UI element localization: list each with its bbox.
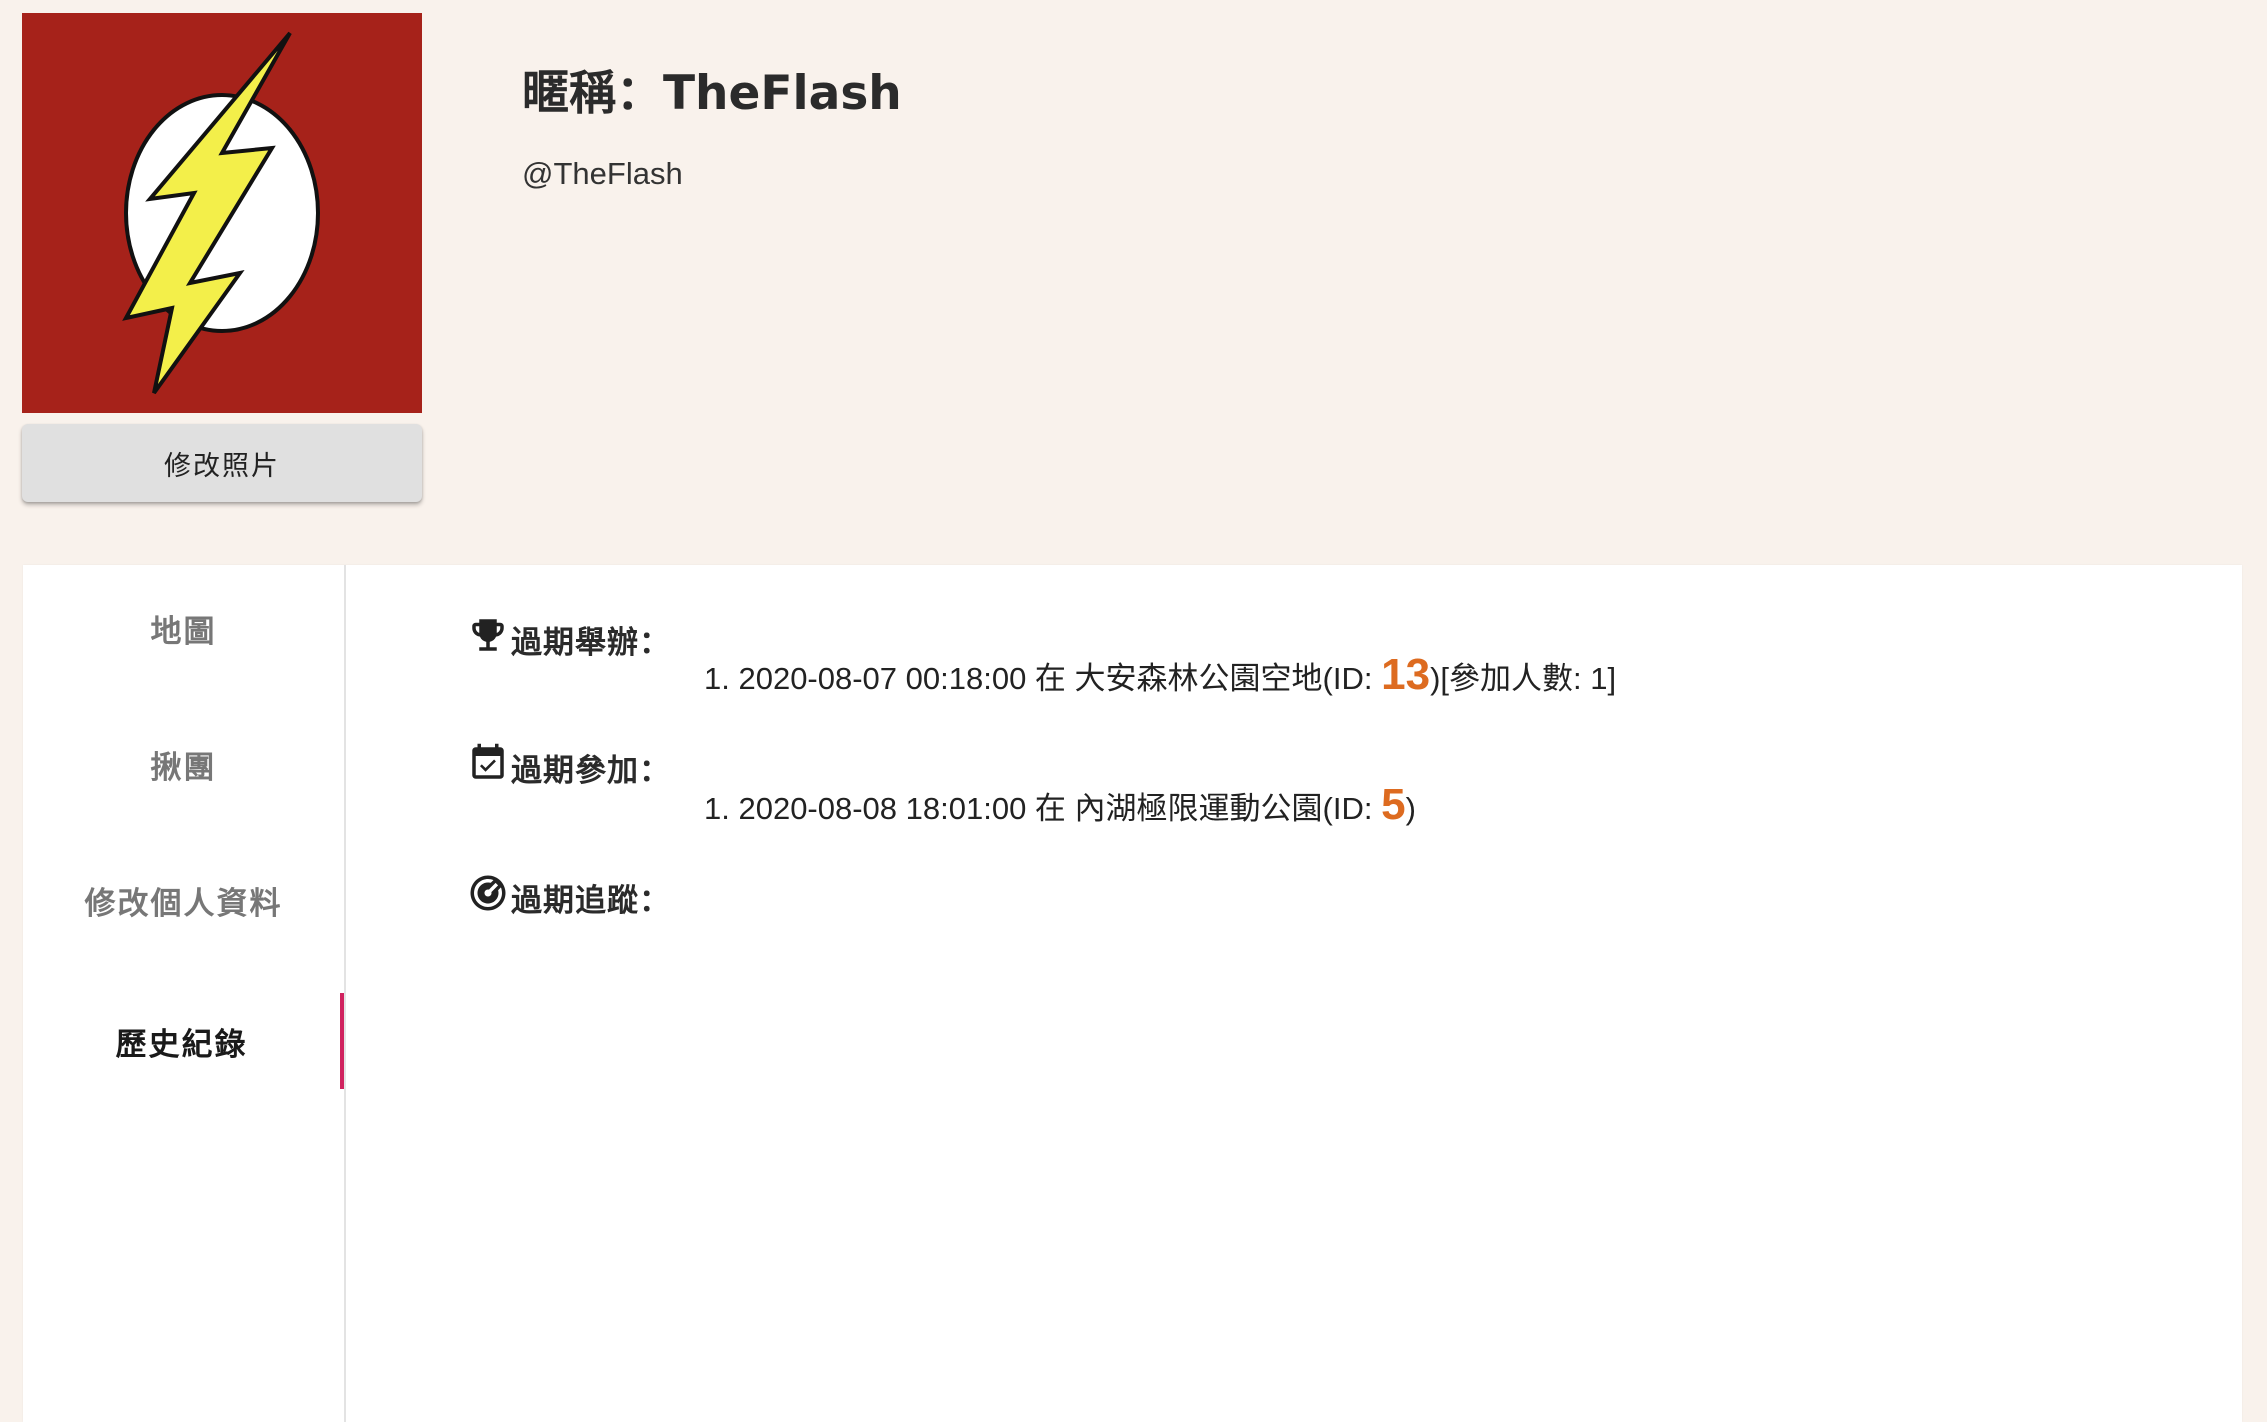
radar-icon [467, 872, 509, 914]
section-followed-title: 過期追蹤： [511, 883, 671, 919]
section-followed: 過期追蹤： [467, 875, 671, 920]
section-joined: 過期參加： [467, 742, 671, 790]
entry-suffix: ) [1405, 791, 1416, 826]
profile-avatar [22, 13, 422, 413]
entry-text: 1. 2020-08-08 18:01:00 在 內湖極限運動公園(ID: [704, 791, 1382, 826]
nickname-title: 暱稱：TheFlash [522, 66, 902, 121]
sidebar-item-map[interactable]: 地圖 [23, 580, 344, 676]
entry-id: 5 [1381, 780, 1406, 829]
trophy-icon [467, 614, 509, 656]
entry-id: 13 [1381, 650, 1431, 699]
sidebar-nav: 地圖 揪團 修改個人資料 歷史紀錄 [23, 565, 346, 1422]
sidebar-item-groups[interactable]: 揪團 [23, 716, 344, 812]
change-photo-button[interactable]: 修改照片 [22, 424, 422, 502]
sidebar-item-edit-profile[interactable]: 修改個人資料 [23, 852, 344, 948]
section-joined-title: 過期參加： [511, 753, 671, 789]
user-handle: @TheFlash [522, 156, 683, 191]
flash-logo-icon [122, 31, 320, 395]
entry-text: 1. 2020-08-07 00:18:00 在 大安森林公園空地(ID: [704, 661, 1382, 696]
list-item: 1. 2020-08-08 18:01:00 在 內湖極限運動公園(ID: 5) [704, 780, 1416, 830]
calendar-check-icon [467, 742, 509, 784]
section-hosted-title: 過期舉辦： [511, 625, 671, 661]
main-panel: 地圖 揪團 修改個人資料 歷史紀錄 過期舉辦： 1. 2020-08-07 00… [23, 565, 2242, 1422]
history-content: 過期舉辦： 1. 2020-08-07 00:18:00 在 大安森林公園空地(… [344, 565, 2242, 1422]
sidebar-item-history[interactable]: 歷史紀錄 [23, 993, 344, 1089]
list-item: 1. 2020-08-07 00:18:00 在 大安森林公園空地(ID: 13… [704, 650, 1616, 700]
section-hosted: 過期舉辦： [467, 617, 671, 662]
entry-suffix: )[參加人數: 1] [1430, 661, 1617, 696]
